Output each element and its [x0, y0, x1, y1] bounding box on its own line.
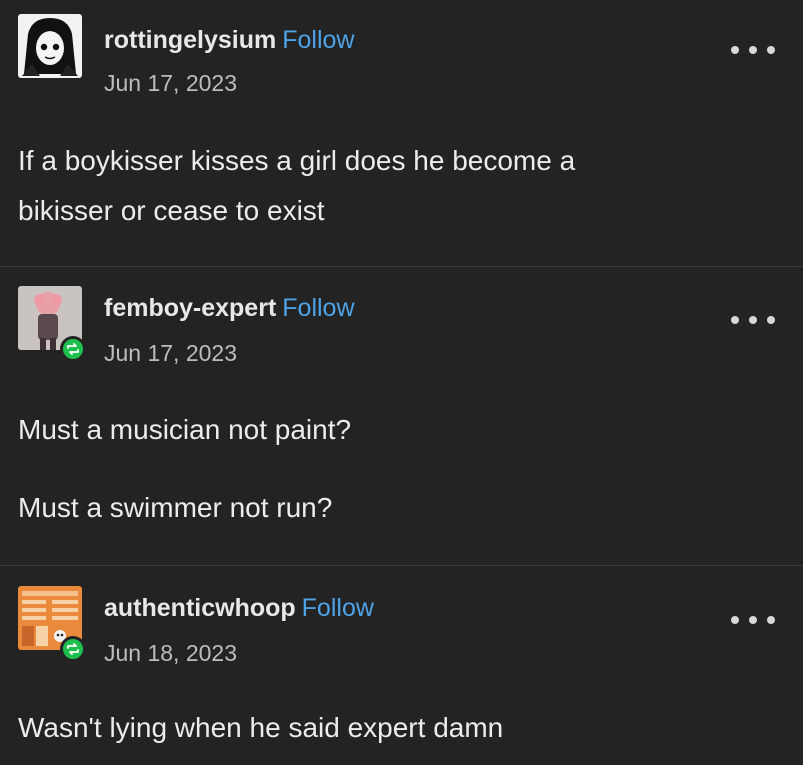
post-date: Jun 18, 2023 [104, 640, 238, 666]
more-options-icon[interactable] [731, 608, 775, 632]
post-body: Must a musician not paint? Must a swimme… [18, 405, 778, 533]
post-date: Jun 17, 2023 [104, 70, 238, 96]
post-date: Jun 17, 2023 [104, 340, 238, 366]
post-authenticwhoop: authenticwhoop Follow Jun 18, 2023 Wasn't… [0, 566, 803, 765]
username[interactable]: rottingelysium [104, 26, 276, 54]
post-femboy-expert: femboy-expert Follow Jun 17, 2023 Must a … [0, 268, 803, 564]
more-options-icon[interactable] [731, 308, 775, 332]
post-body: If a boykisser kisses a girl does he bec… [18, 136, 778, 236]
post-body-line: bikisser or cease to exist [18, 195, 325, 226]
post-body: Wasn't lying when he said expert damn [18, 703, 778, 753]
username-line: femboy-expert Follow [104, 294, 355, 323]
username-line: authenticwhoop Follow [104, 594, 374, 623]
follow-button[interactable]: Follow [302, 594, 374, 622]
username-line: rottingelysium Follow [104, 26, 355, 55]
more-options-icon[interactable] [731, 38, 775, 62]
username[interactable]: authenticwhoop [104, 594, 296, 622]
reblog-icon [60, 636, 86, 662]
username[interactable]: femboy-expert [104, 294, 276, 322]
divider [0, 266, 803, 267]
post-body-line: Must a swimmer not run? [18, 492, 333, 523]
avatar[interactable] [18, 14, 82, 78]
post-rottingelysium: rottingelysium Follow Jun 17, 2023 If a b… [0, 0, 803, 266]
post-body-line: Must a musician not paint? [18, 414, 352, 445]
goth-portrait-avatar-icon [18, 14, 82, 78]
post-body-line: Wasn't lying when he said expert damn [18, 712, 504, 743]
follow-button[interactable]: Follow [282, 26, 354, 54]
reblog-icon [60, 336, 86, 362]
post-body-line: If a boykisser kisses a girl does he bec… [18, 145, 576, 176]
follow-button[interactable]: Follow [282, 294, 354, 322]
